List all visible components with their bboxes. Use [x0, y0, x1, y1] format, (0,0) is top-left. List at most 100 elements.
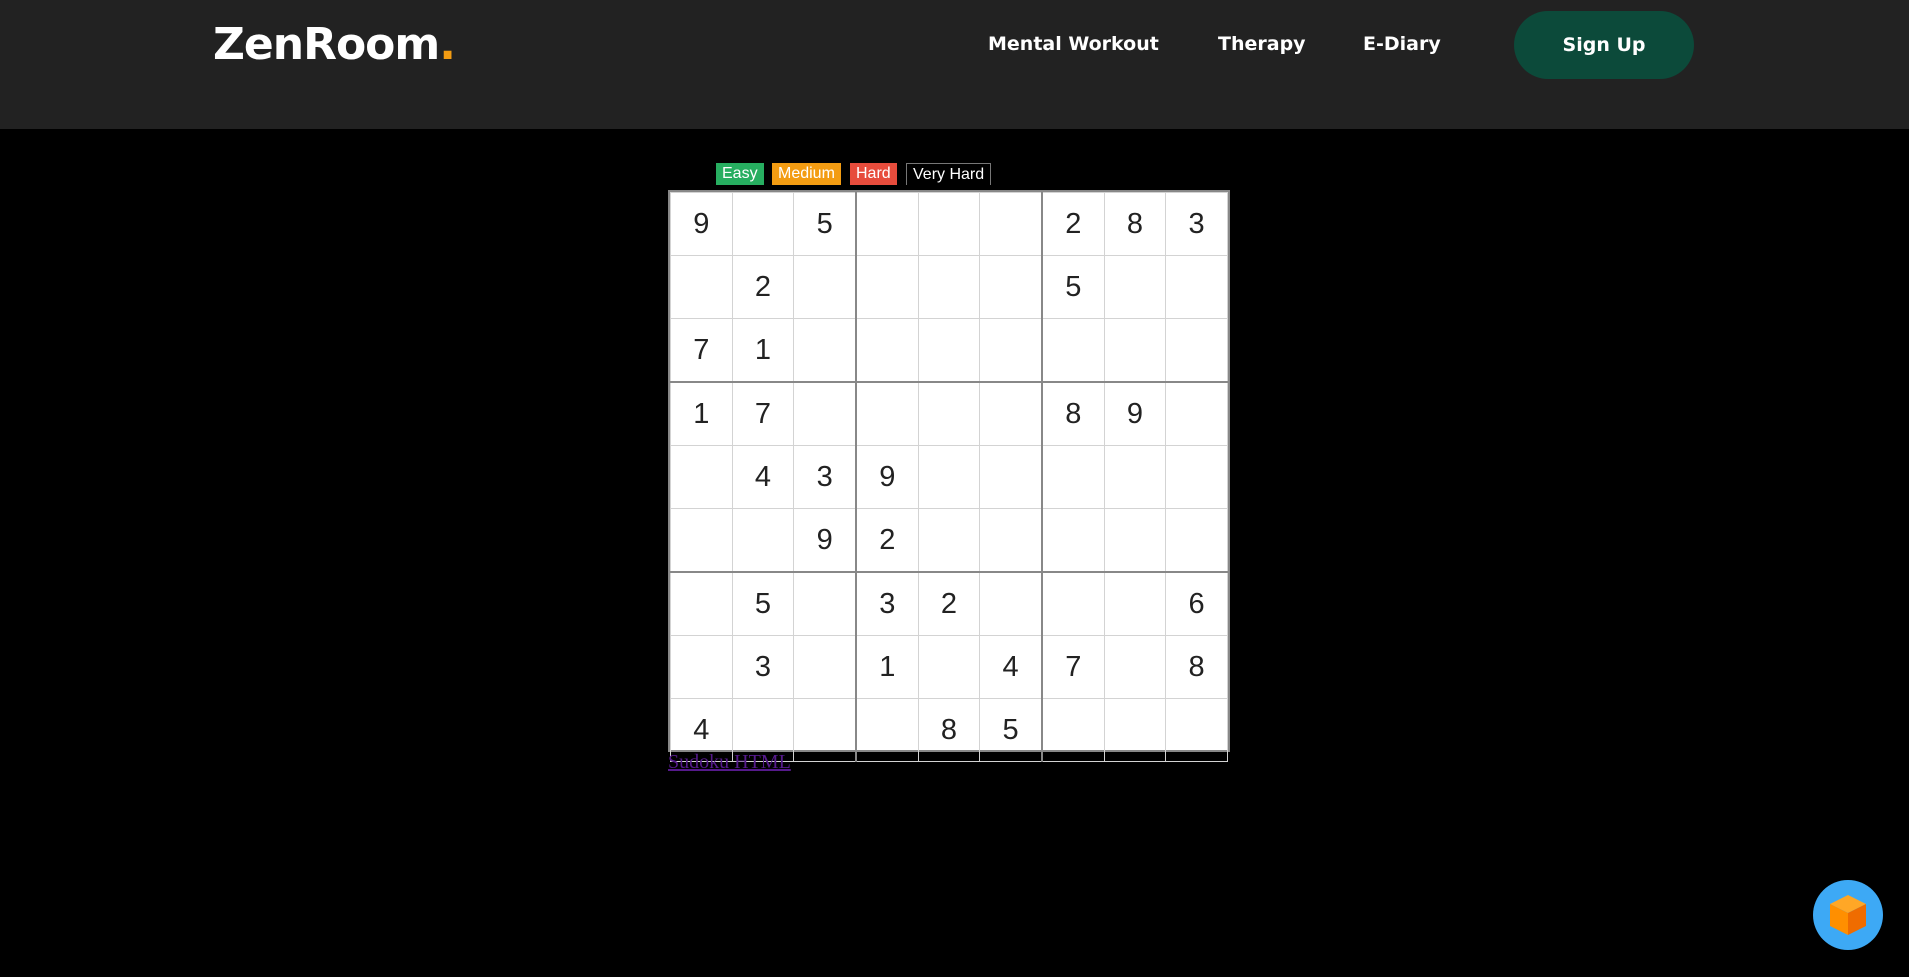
sudoku-cell[interactable]: 8 [1103, 192, 1167, 256]
sudoku-cell[interactable]: 8 [917, 698, 981, 762]
nav-therapy[interactable]: Therapy [1218, 30, 1306, 58]
sudoku-cell[interactable]: 5 [793, 192, 857, 256]
sudoku-cell[interactable]: 9 [670, 192, 733, 256]
sudoku-cell[interactable] [1040, 508, 1105, 573]
site-header: ZenRoom. Mental Workout Therapy E-Diary … [0, 0, 1909, 129]
sudoku-cell[interactable]: 2 [731, 255, 795, 319]
sudoku-cell[interactable]: 9 [1103, 381, 1167, 446]
sudoku-cell[interactable] [670, 571, 733, 636]
sudoku-cell[interactable] [793, 635, 857, 699]
sudoku-cell[interactable] [670, 255, 733, 319]
sudoku-cell[interactable]: 2 [917, 571, 981, 636]
sudoku-cell[interactable]: 3 [854, 571, 919, 636]
sudoku-cell[interactable] [1165, 255, 1228, 319]
sudoku-cell[interactable] [670, 445, 733, 509]
sudoku-cell[interactable] [793, 255, 857, 319]
sudoku-cell[interactable] [1165, 508, 1228, 573]
sudoku-cell[interactable]: 3 [731, 635, 795, 699]
sudoku-cell[interactable]: 2 [1040, 192, 1105, 256]
sudoku-cell[interactable]: 3 [1165, 192, 1228, 256]
sudoku-cell[interactable] [731, 192, 795, 256]
sudoku-cell[interactable] [1103, 698, 1167, 762]
sudoku-cell[interactable] [1165, 445, 1228, 509]
sudoku-cell[interactable] [1040, 571, 1105, 636]
sudoku-grid: 952832571178943992532631478485 [670, 192, 1228, 762]
board-row: 92 [670, 508, 1228, 573]
sudoku-cell[interactable]: 1 [854, 635, 919, 699]
sudoku-cell[interactable] [854, 318, 919, 383]
difficulty-hard-button[interactable]: Hard [850, 163, 897, 185]
sudoku-cell[interactable]: 8 [1165, 635, 1228, 699]
sudoku-cell[interactable]: 8 [1040, 381, 1105, 446]
sudoku-cell[interactable] [917, 635, 981, 699]
sudoku-cell[interactable]: 3 [793, 445, 857, 509]
sudoku-cell[interactable]: 7 [731, 381, 795, 446]
sudoku-cell[interactable]: 1 [670, 381, 733, 446]
difficulty-medium-button[interactable]: Medium [772, 163, 841, 185]
nav-e-diary[interactable]: E-Diary [1363, 30, 1441, 58]
sudoku-board: 952832571178943992532631478485 [668, 190, 1230, 762]
sudoku-cell[interactable] [793, 571, 857, 636]
sudoku-cell[interactable] [917, 508, 981, 573]
logo-text: ZenRoom [213, 19, 440, 70]
sudoku-cell[interactable] [979, 192, 1043, 256]
sudoku-cell[interactable] [1103, 508, 1167, 573]
board-row: 1789 [670, 381, 1228, 446]
sudoku-cell[interactable]: 7 [670, 318, 733, 383]
sudoku-cell[interactable] [1103, 635, 1167, 699]
sudoku-cell[interactable] [793, 318, 857, 383]
sudoku-cell[interactable] [979, 445, 1043, 509]
sudoku-cell[interactable] [1103, 445, 1167, 509]
sudoku-cell[interactable]: 5 [731, 571, 795, 636]
sudoku-cell[interactable] [1165, 318, 1228, 383]
board-row: 95 283 [670, 192, 1228, 256]
sudoku-cell[interactable]: 4 [979, 635, 1043, 699]
sudoku-cell[interactable] [793, 381, 857, 446]
sudoku-cell[interactable]: 5 [1040, 255, 1105, 319]
sudoku-cell[interactable] [917, 255, 981, 319]
sudoku-cell[interactable]: 6 [1165, 571, 1228, 636]
sudoku-cell[interactable]: 1 [731, 318, 795, 383]
sudoku-cell[interactable]: 9 [793, 508, 857, 573]
sudoku-cell[interactable] [1165, 381, 1228, 446]
sudoku-cell[interactable] [670, 635, 733, 699]
sudoku-cell[interactable] [917, 445, 981, 509]
sudoku-cell[interactable] [917, 318, 981, 383]
sudoku-cell[interactable]: 2 [854, 508, 919, 573]
sudoku-cell[interactable]: 4 [731, 445, 795, 509]
sudoku-cell[interactable] [1103, 318, 1167, 383]
sudoku-cell[interactable] [917, 192, 981, 256]
sudoku-cell[interactable]: 7 [1040, 635, 1105, 699]
sudoku-cell[interactable] [854, 381, 919, 446]
sudoku-cell[interactable] [979, 571, 1043, 636]
difficulty-easy-button[interactable]: Easy [716, 163, 764, 185]
sudoku-cell[interactable] [1103, 255, 1167, 319]
sudoku-cell[interactable] [917, 381, 981, 446]
sudoku-cell[interactable]: 9 [854, 445, 919, 509]
sudoku-cell[interactable] [979, 381, 1043, 446]
sign-up-button[interactable]: Sign Up [1514, 11, 1694, 79]
sudoku-cell[interactable] [793, 698, 857, 762]
board-row: 532 6 [670, 571, 1228, 636]
sudoku-cell[interactable] [854, 255, 919, 319]
sudoku-cell[interactable] [1040, 318, 1105, 383]
sudoku-cell[interactable] [670, 508, 733, 573]
nav-mental-workout[interactable]: Mental Workout [988, 30, 1159, 58]
board-row: 25 [670, 255, 1228, 319]
sudoku-cell[interactable] [979, 318, 1043, 383]
sudoku-cell[interactable] [979, 508, 1043, 573]
sudoku-cell[interactable] [854, 698, 919, 762]
sudoku-html-link[interactable]: Sudoku HTML [668, 751, 791, 774]
sudoku-cell[interactable] [1040, 698, 1105, 762]
logo-dot: . [439, 19, 456, 70]
difficulty-very-hard-button[interactable]: Very Hard [906, 163, 992, 185]
sudoku-cell[interactable] [979, 255, 1043, 319]
sudoku-cell[interactable]: 5 [979, 698, 1043, 762]
sudoku-cell[interactable] [854, 192, 919, 256]
sudoku-cell[interactable] [1103, 571, 1167, 636]
sudoku-cell[interactable] [1165, 698, 1228, 762]
sudoku-cell[interactable] [731, 508, 795, 573]
logo[interactable]: ZenRoom. [213, 18, 456, 72]
floating-action-button[interactable] [1813, 880, 1883, 950]
sudoku-cell[interactable] [1040, 445, 1105, 509]
